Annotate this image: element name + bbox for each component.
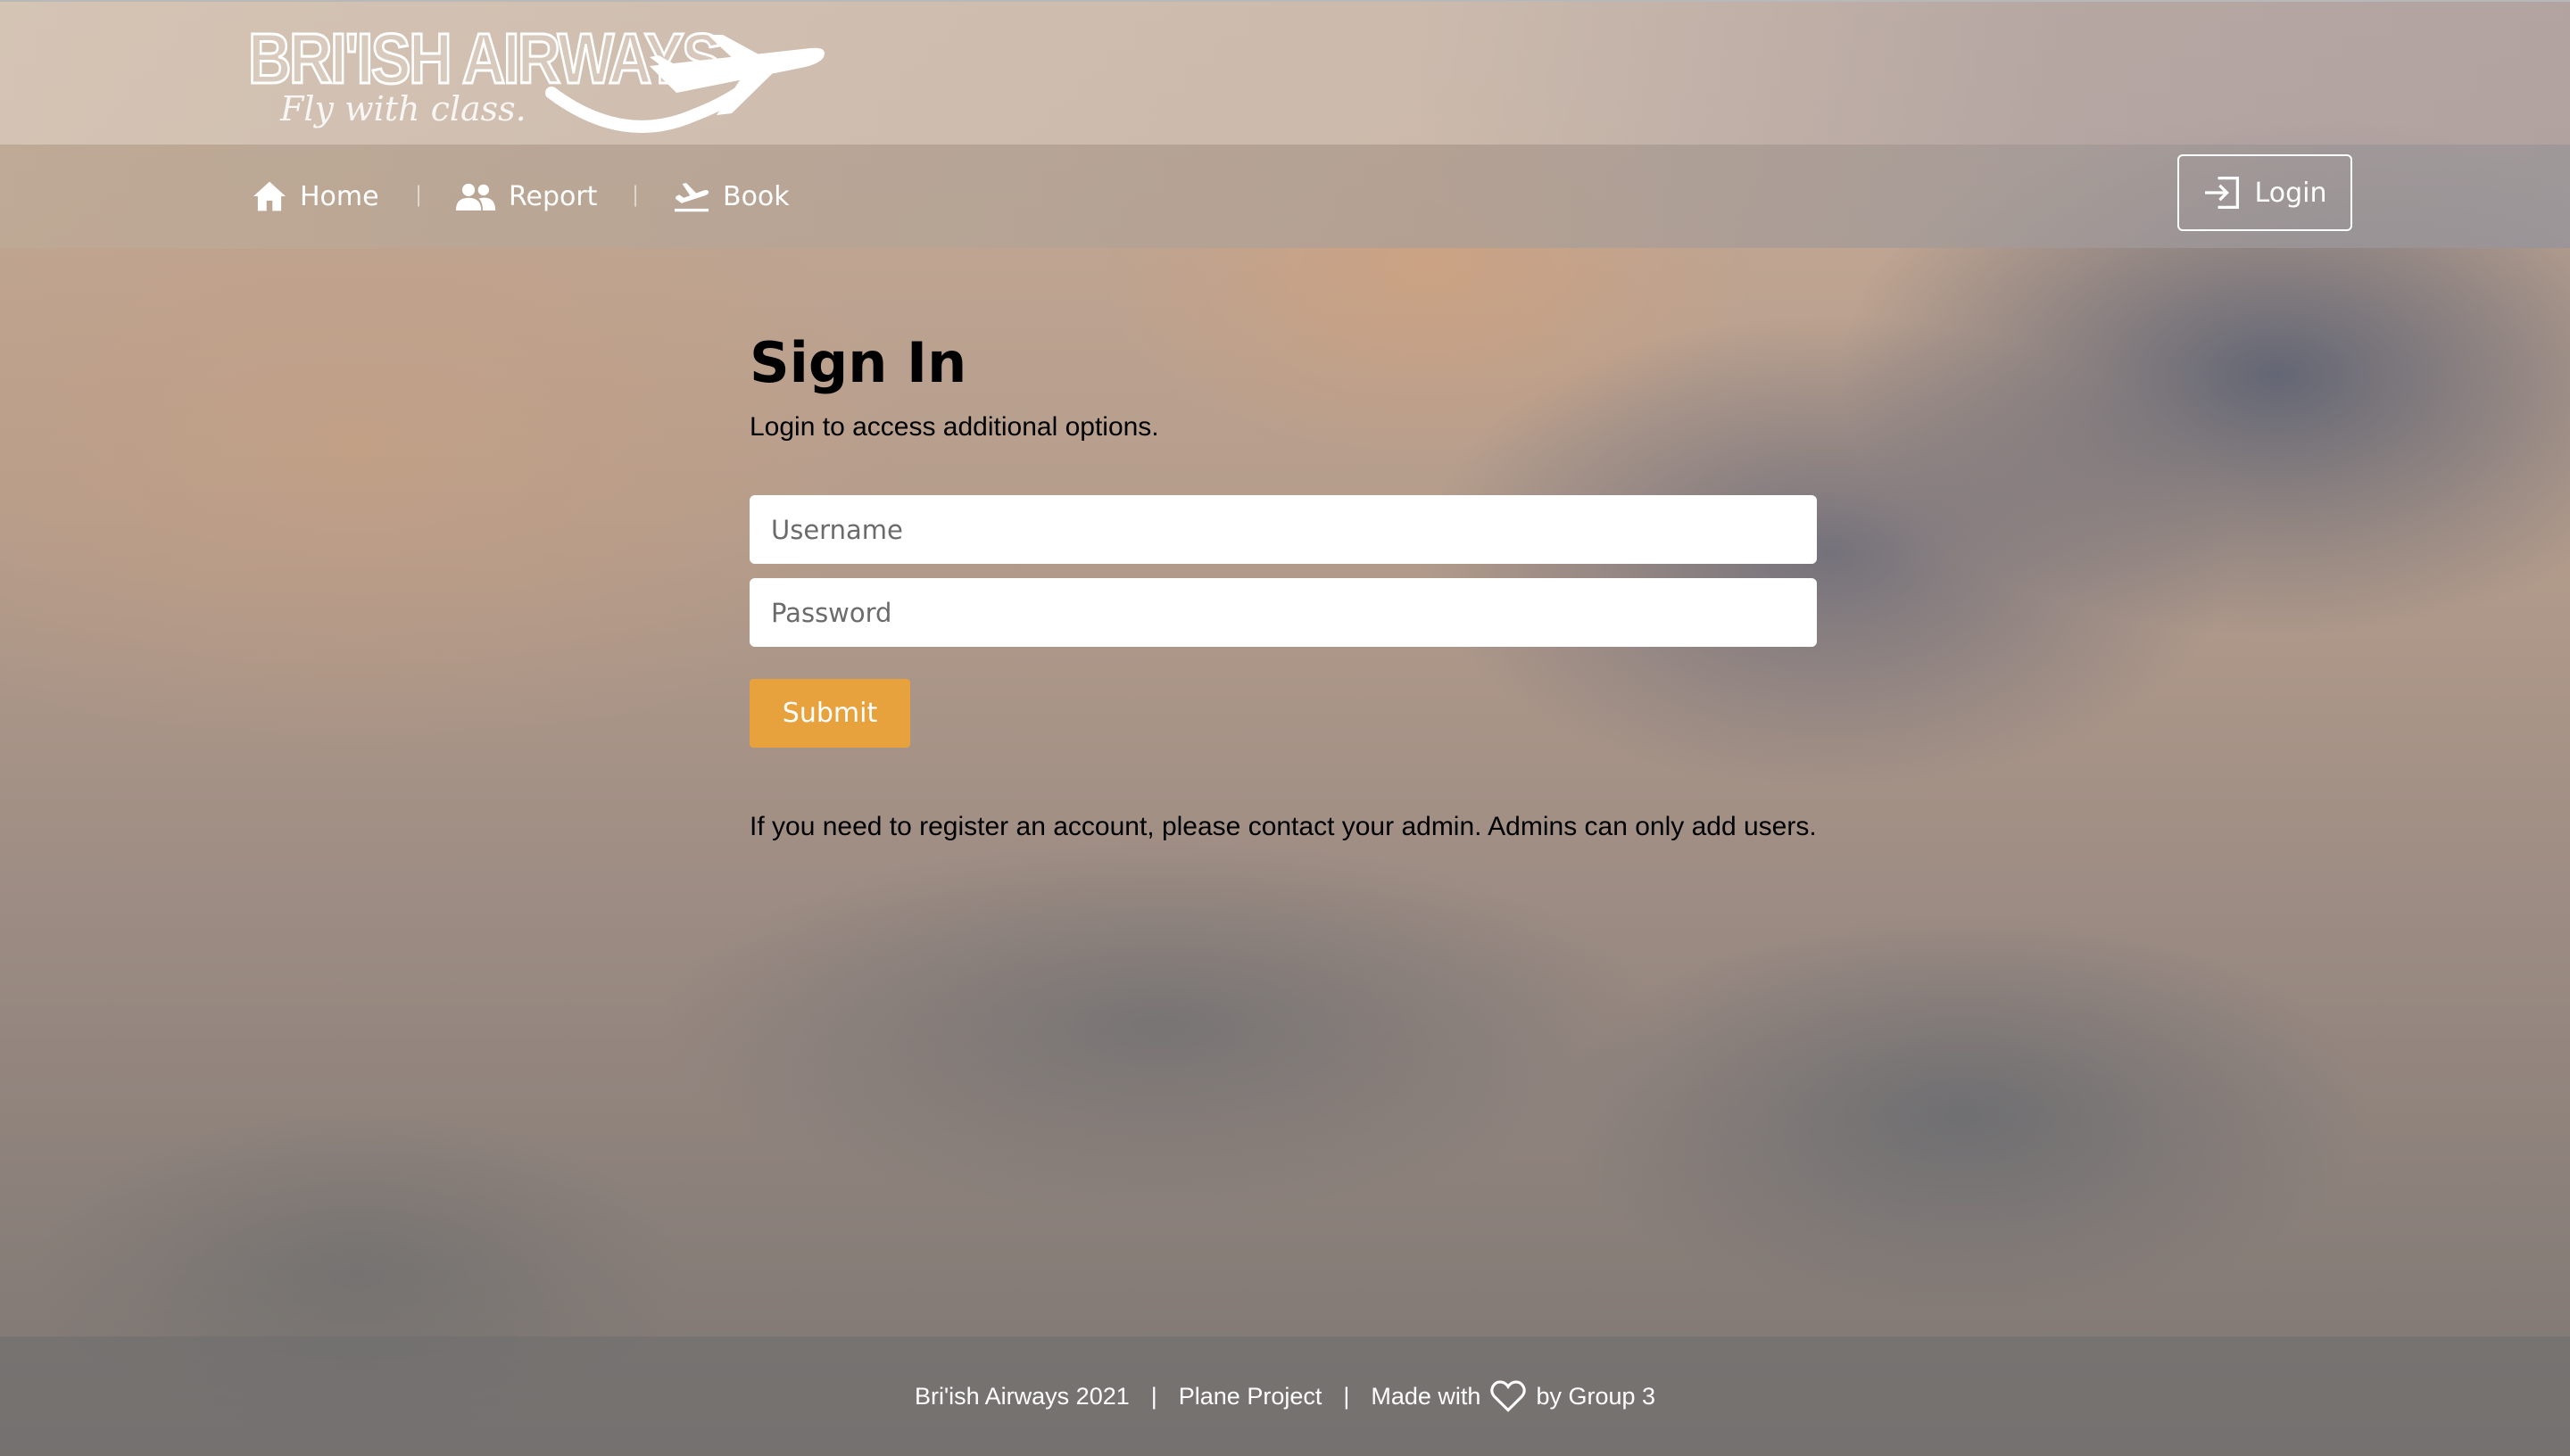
plane-logo-icon: [545, 35, 825, 133]
footer-separator: |: [1150, 1382, 1157, 1410]
brand-tagline: Fly with class.: [280, 89, 526, 128]
navbar: Home | Report | Book Login: [0, 145, 2570, 248]
footer-copyright: Bri'ish Airways 2021: [914, 1382, 1130, 1410]
nav-report-label: Report: [509, 180, 598, 212]
username-input[interactable]: [750, 495, 1817, 564]
register-note: If you need to register an account, plea…: [750, 812, 1817, 841]
submit-button[interactable]: Submit: [750, 679, 910, 748]
nav-book-label: Book: [723, 180, 790, 212]
header: BRI'ISH AIRWAYS Fly with class.: [0, 0, 2570, 145]
heart-icon: [1489, 1379, 1527, 1413]
login-icon: [2204, 177, 2239, 209]
brand-logo[interactable]: BRI'ISH AIRWAYS Fly with class.: [247, 12, 828, 133]
login-button-label: Login: [2254, 177, 2327, 209]
nav-home-label: Home: [300, 180, 379, 212]
footer-made-with: Made with: [1371, 1382, 1481, 1410]
signin-form: Sign In Login to access additional optio…: [750, 330, 1820, 841]
footer: Bri'ish Airways 2021 | Plane Project | M…: [0, 1336, 2570, 1456]
nav-home[interactable]: Home: [252, 171, 379, 221]
page-title: Sign In: [750, 330, 967, 395]
nav-report[interactable]: Report: [455, 171, 597, 221]
nav-separator: |: [415, 182, 423, 207]
password-input[interactable]: [750, 578, 1817, 647]
page-subtitle: Login to access additional options.: [750, 412, 1159, 443]
nav-separator: |: [632, 182, 640, 207]
footer-project: Plane Project: [1178, 1382, 1322, 1410]
footer-separator: |: [1343, 1382, 1350, 1410]
home-icon: [253, 181, 286, 211]
users-icon: [455, 183, 496, 211]
login-button[interactable]: Login: [2177, 154, 2352, 231]
flight-takeoff-icon: [675, 182, 709, 212]
nav-book[interactable]: Book: [673, 171, 790, 221]
footer-by: by Group 3: [1536, 1382, 1656, 1410]
